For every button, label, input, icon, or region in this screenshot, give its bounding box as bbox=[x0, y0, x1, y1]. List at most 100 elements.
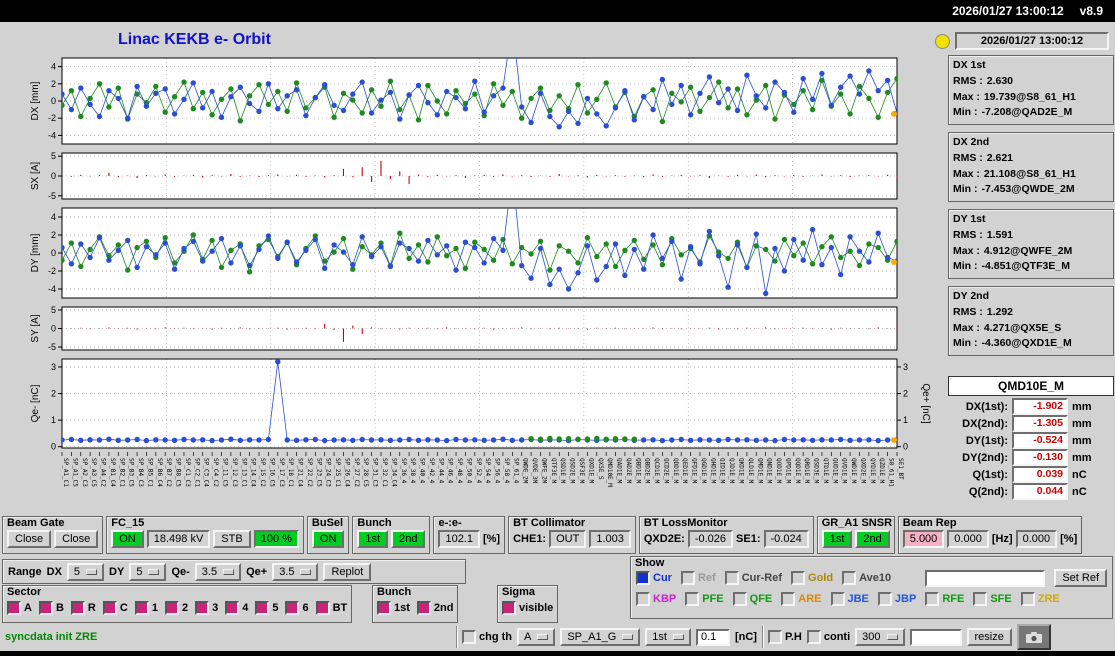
show-rfe-label: RFE bbox=[942, 593, 965, 605]
sector-3-checkbox[interactable] bbox=[195, 601, 210, 615]
bunch-2nd-checkbox[interactable] bbox=[416, 601, 431, 615]
show-cur-checkbox[interactable] bbox=[636, 571, 650, 585]
sigma-visible-label: visible bbox=[519, 602, 554, 614]
aux-input[interactable] bbox=[909, 628, 962, 646]
sector-bt-checkbox[interactable] bbox=[315, 601, 330, 615]
svg-text:SP_56_4: SP_56_4 bbox=[494, 458, 501, 484]
ph-item[interactable]: P.H bbox=[767, 630, 802, 644]
bunch-select-dropdown[interactable]: 1st bbox=[645, 628, 691, 646]
monitor-select-dropdown[interactable]: SP_A1_G bbox=[560, 628, 641, 646]
range-qem-dropdown[interactable]: 3.5 bbox=[194, 562, 242, 581]
sector-item-4[interactable]: 4 bbox=[225, 601, 248, 615]
sector-item-1[interactable]: 1 bbox=[134, 601, 158, 615]
show-jbe-item[interactable]: JBE bbox=[830, 592, 869, 606]
sector-item-6[interactable]: 6 bbox=[285, 601, 309, 615]
show-gold-item[interactable]: Gold bbox=[791, 571, 833, 585]
show-sfe-item[interactable]: SFE bbox=[973, 592, 1012, 606]
show-qfe-checkbox[interactable] bbox=[732, 592, 747, 606]
group-title: Sector bbox=[7, 586, 42, 598]
sector-a-checkbox[interactable] bbox=[7, 601, 21, 615]
sector-5-checkbox[interactable] bbox=[255, 601, 270, 615]
sector-1-checkbox[interactable] bbox=[134, 601, 149, 615]
sigma-visible-checkbox[interactable] bbox=[502, 601, 516, 615]
max-value: 4.912@QWFE_2M bbox=[983, 244, 1073, 257]
fc15-stb-button[interactable]: STB bbox=[213, 530, 251, 548]
show-ref-checkbox[interactable] bbox=[680, 571, 695, 585]
sector-item-a[interactable]: A bbox=[7, 601, 32, 615]
conti-item[interactable]: conti bbox=[806, 630, 850, 644]
show-kbp-checkbox[interactable] bbox=[636, 592, 650, 606]
snsr-2nd-button[interactable]: 2nd bbox=[855, 530, 890, 548]
monitor-row-unit: nC bbox=[1072, 468, 1087, 481]
show-ave10-item[interactable]: Ave10 bbox=[842, 571, 891, 585]
show-rfe-checkbox[interactable] bbox=[925, 592, 940, 606]
show-sfe-checkbox[interactable] bbox=[973, 592, 988, 606]
show-gold-checkbox[interactable] bbox=[791, 571, 806, 585]
sector-select-dropdown[interactable]: A bbox=[517, 628, 556, 646]
range-dy-dropdown[interactable]: 5 bbox=[129, 562, 167, 581]
sector-item-b[interactable]: B bbox=[38, 601, 64, 615]
show-cur-ref-item[interactable]: Cur-Ref bbox=[724, 571, 782, 585]
show-rfe-item[interactable]: RFE bbox=[925, 592, 964, 606]
show-jbp-item[interactable]: JBP bbox=[877, 592, 916, 606]
set-ref-button[interactable]: Set Ref bbox=[1054, 569, 1107, 587]
ref-file-input[interactable] bbox=[925, 569, 1046, 587]
show-qfe-item[interactable]: QFE bbox=[732, 592, 772, 606]
sector-item-c[interactable]: C bbox=[102, 601, 128, 615]
chg-th-item[interactable]: chg th bbox=[462, 630, 512, 644]
show-ave10-checkbox[interactable] bbox=[842, 571, 857, 585]
sector-2-checkbox[interactable] bbox=[164, 601, 179, 615]
show-zre-item[interactable]: ZRE bbox=[1020, 592, 1060, 606]
rms-label: RMS : bbox=[953, 151, 983, 164]
sector-6-checkbox[interactable] bbox=[285, 601, 300, 615]
range-dx-dropdown[interactable]: 5 bbox=[66, 562, 105, 581]
sector-r-checkbox[interactable] bbox=[70, 601, 85, 615]
show-pfe-item[interactable]: PFE bbox=[685, 592, 724, 606]
show-zre-checkbox[interactable] bbox=[1020, 592, 1035, 606]
sector-item-bt[interactable]: BT bbox=[315, 601, 347, 615]
svg-text:4: 4 bbox=[51, 62, 56, 72]
show-jbe-checkbox[interactable] bbox=[830, 592, 845, 606]
bunch-1st-item[interactable]: 1st bbox=[377, 601, 410, 615]
svg-text:QYD1E_M: QYD1E_M bbox=[869, 458, 876, 484]
sx-steering-plot: 5 0 -5 SX [A] bbox=[30, 151, 898, 201]
sector-item-r[interactable]: R bbox=[70, 601, 96, 615]
bunch-1st-button[interactable]: 1st bbox=[357, 530, 389, 548]
ph-checkbox[interactable] bbox=[767, 630, 782, 644]
bunch-1st-checkbox[interactable] bbox=[377, 601, 391, 615]
sector-4-checkbox[interactable] bbox=[225, 601, 240, 615]
show-kbp-item[interactable]: KBP bbox=[636, 592, 676, 606]
show-jbp-checkbox[interactable] bbox=[877, 592, 892, 606]
show-pfe-checkbox[interactable] bbox=[685, 592, 700, 606]
sector-b-checkbox[interactable] bbox=[38, 601, 53, 615]
resize-button[interactable]: resize bbox=[966, 628, 1012, 646]
bunch-2nd-item[interactable]: 2nd bbox=[416, 601, 453, 615]
show-ref-item[interactable]: Ref bbox=[680, 571, 716, 585]
replot-button[interactable]: Replot bbox=[323, 562, 372, 581]
show-are-checkbox[interactable] bbox=[781, 592, 796, 606]
beam-gate-close-button-1[interactable]: Close bbox=[7, 530, 52, 548]
fc15-on-button[interactable]: ON bbox=[111, 530, 144, 548]
group-title: FC_15 bbox=[111, 517, 145, 529]
threshold-input[interactable] bbox=[695, 628, 730, 646]
svg-text:QAD2E_M: QAD2E_M bbox=[625, 458, 632, 484]
sigma-visible-item[interactable]: visible bbox=[502, 601, 553, 615]
screenshot-button[interactable] bbox=[1016, 624, 1051, 650]
conti-checkbox[interactable] bbox=[806, 630, 821, 644]
option-menu-indicator bbox=[148, 568, 160, 575]
beam-gate-close-button-2[interactable]: Close bbox=[54, 530, 99, 548]
chg-th-checkbox[interactable] bbox=[462, 630, 476, 644]
busel-on-button[interactable]: ON bbox=[311, 530, 345, 548]
sector-c-checkbox[interactable] bbox=[102, 601, 117, 615]
sector-item-5[interactable]: 5 bbox=[255, 601, 278, 615]
snsr-1st-button[interactable]: 1st bbox=[821, 530, 853, 548]
bunch-2nd-button[interactable]: 2nd bbox=[391, 530, 426, 548]
show-cur-item[interactable]: Cur bbox=[636, 571, 672, 585]
svg-text:SP_B4_C3: SP_B4_C3 bbox=[137, 458, 144, 487]
sector-item-3[interactable]: 3 bbox=[195, 601, 218, 615]
show-cur-ref-checkbox[interactable] bbox=[724, 571, 739, 585]
range-qep-dropdown[interactable]: 3.5 bbox=[272, 562, 319, 581]
show-are-item[interactable]: ARE bbox=[781, 592, 822, 606]
sector-item-2[interactable]: 2 bbox=[164, 601, 188, 615]
interval-dropdown[interactable]: 300 bbox=[855, 628, 905, 646]
